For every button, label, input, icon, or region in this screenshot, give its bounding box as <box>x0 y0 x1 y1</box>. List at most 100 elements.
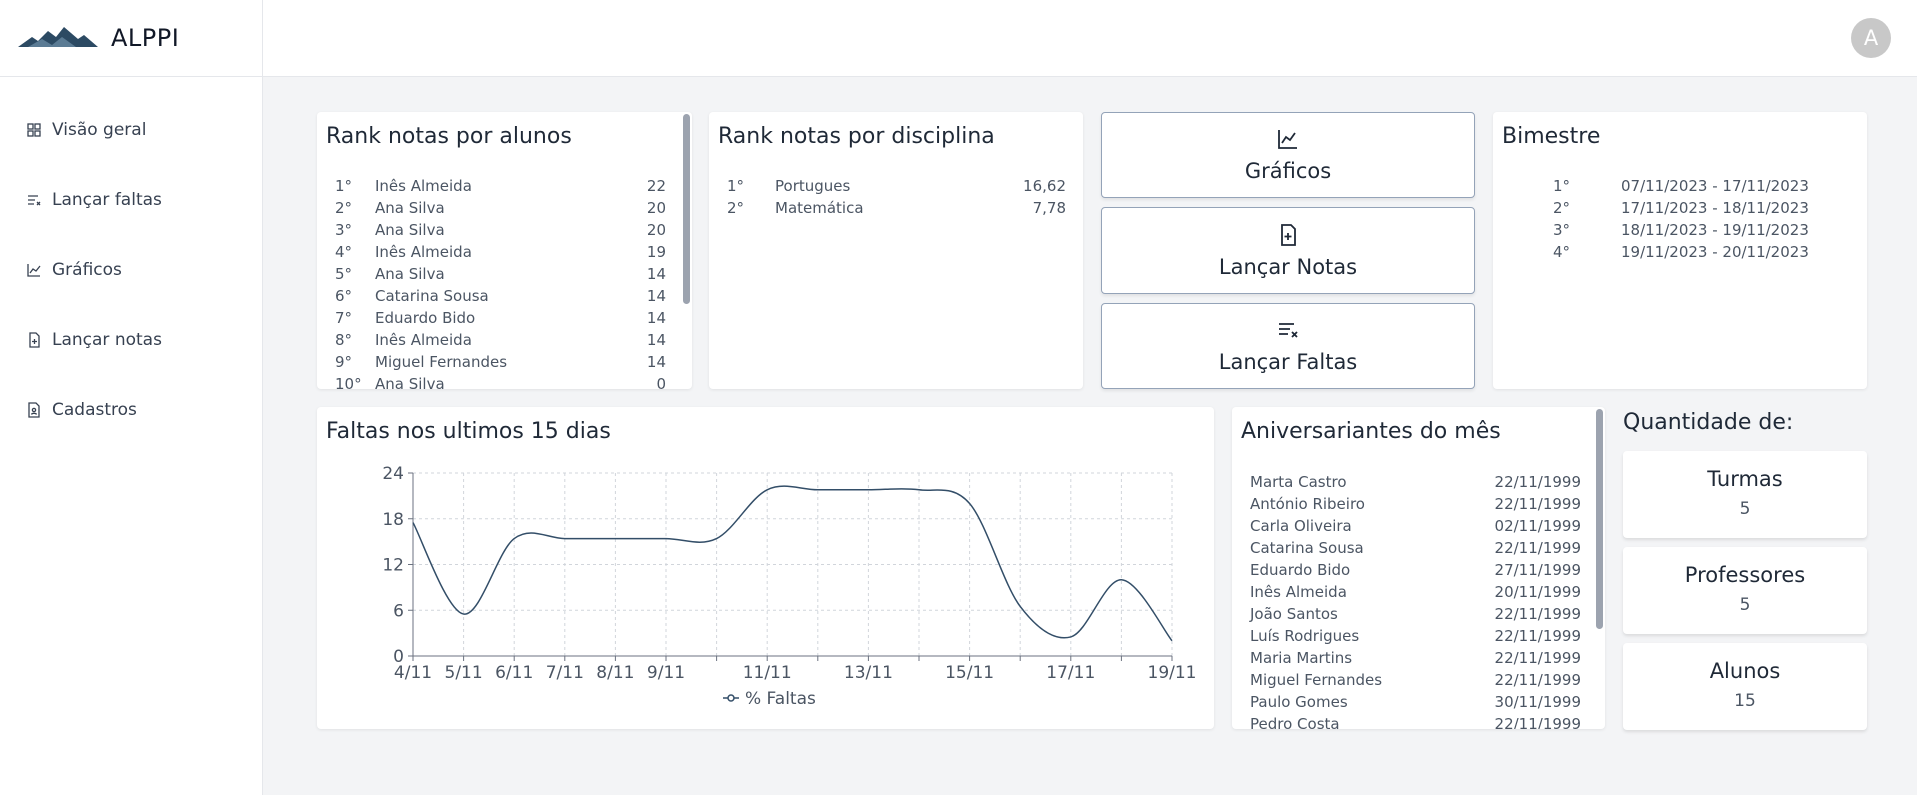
bimestre-title: Bimestre <box>1502 124 1601 149</box>
list-item: António Ribeiro 22/11/1999 <box>1250 495 1581 513</box>
sidebar: ALPPI Visão geral Lançar faltas Gráficos… <box>0 0 263 795</box>
list-item: João Santos 22/11/1999 <box>1250 605 1581 623</box>
lancar-notas-button[interactable]: Lançar Notas <box>1101 207 1475 294</box>
rank-disciplina-title: Rank notas por disciplina <box>718 124 995 149</box>
list-item: Catarina Sousa 22/11/1999 <box>1250 539 1581 557</box>
list-item: 7° Eduardo Bido 14 <box>335 309 666 327</box>
sidebar-item-cadastros[interactable]: Cadastros <box>0 375 262 445</box>
list-item: Luís Rodrigues 22/11/1999 <box>1250 627 1581 645</box>
sidebar-item-label: Lançar faltas <box>52 190 162 210</box>
professores-card: Professores 5 <box>1623 547 1867 634</box>
sidebar-item-lancar-faltas[interactable]: Lançar faltas <box>0 165 262 235</box>
quantidade-title: Quantidade de: <box>1623 410 1794 435</box>
list-item: Inês Almeida 20/11/1999 <box>1250 583 1581 601</box>
list-item: 1° Portugues 16,62 <box>727 177 1066 195</box>
y-tick-label: 24 <box>382 464 404 484</box>
rank-disciplina-list: 1° Portugues 16,62 2° Matemática 7,78 <box>727 175 1066 219</box>
chart-icon <box>26 262 42 278</box>
list-item: 5° Ana Silva 14 <box>335 265 666 283</box>
bimestre-list: 1° 07/11/2023 - 17/11/2023 2° 17/11/2023 -… <box>1553 175 1809 263</box>
aniversariantes-title: Aniversariantes do mês <box>1241 419 1501 444</box>
list-item: 1° 07/11/2023 - 17/11/2023 <box>1553 177 1809 195</box>
avatar[interactable]: A <box>1851 18 1891 58</box>
list-item: Maria Martins 22/11/1999 <box>1250 649 1581 667</box>
rank-alunos-list: 1° Inês Almeida 22 2° Ana Silva 20 3° Ana Sil… <box>335 175 666 389</box>
list-item: Pedro Costa 22/11/1999 <box>1250 715 1581 729</box>
list-item: Eduardo Bido 27/11/1999 <box>1250 561 1581 579</box>
legend-marker <box>727 694 735 702</box>
list-item: 8° Inês Almeida 14 <box>335 331 666 349</box>
alunos-card: Alunos 15 <box>1623 643 1867 730</box>
faltas-chart: 061218244/11 5/11 6/11 7/11 8/11 9/11 11/11 13/… <box>382 464 1197 709</box>
list-x-icon <box>26 192 42 208</box>
mountain-logo-icon <box>18 23 98 53</box>
list-item: 10° Ana Silva 0 <box>335 375 666 389</box>
sidebar-item-label: Visão geral <box>52 120 147 140</box>
x-tick-label: 17/11 <box>1046 663 1095 683</box>
list-item: 4° 19/11/2023 - 20/11/2023 <box>1553 243 1809 261</box>
topbar: A <box>263 0 1917 77</box>
brand-name: ALPPI <box>111 24 180 52</box>
sidebar-item-visao-geral[interactable]: Visão geral <box>0 95 262 165</box>
y-tick-label: 6 <box>393 601 404 621</box>
list-item: 1° Inês Almeida 22 <box>335 177 666 195</box>
sidebar-item-label: Lançar notas <box>52 330 162 350</box>
x-tick-label: 7/11 <box>546 663 584 683</box>
file-plus-icon <box>1276 223 1300 255</box>
list-item: 2° 17/11/2023 - 18/11/2023 <box>1553 199 1809 217</box>
professores-label: Professores <box>1684 563 1806 587</box>
aniversariantes-list: Marta Castro 22/11/1999 António Ribeiro 22… <box>1250 471 1581 729</box>
lancar-faltas-button[interactable]: Lançar Faltas <box>1101 303 1475 389</box>
list-x-icon <box>1276 318 1300 350</box>
x-tick-label: 4/11 <box>394 663 432 683</box>
x-tick-label: 9/11 <box>647 663 685 683</box>
alunos-value: 15 <box>1734 691 1756 711</box>
graficos-label: Gráficos <box>1244 159 1332 183</box>
alunos-label: Alunos <box>1709 659 1781 683</box>
bimestre-card: Bimestre 1° 07/11/2023 - 17/11/2023 2° 17/… <box>1493 112 1867 389</box>
professores-value: 5 <box>1739 595 1751 615</box>
x-tick-label: 13/11 <box>844 663 893 683</box>
rank-disciplina-card: Rank notas por disciplina 1° Portugues 16,… <box>709 112 1083 389</box>
x-tick-label: 15/11 <box>945 663 994 683</box>
turmas-value: 5 <box>1739 499 1751 519</box>
list-item: Carla Oliveira 02/11/1999 <box>1250 517 1581 535</box>
x-tick-label: 19/11 <box>1148 663 1197 683</box>
series-line <box>412 485 1173 642</box>
x-tick-label: 11/11 <box>743 663 792 683</box>
rank-alunos-title: Rank notas por alunos <box>326 124 572 149</box>
faltas-card: Faltas nos ultimos 15 dias 0 6 12 18 24 4/11 5… <box>317 407 1214 729</box>
x-tick-label: 6/11 <box>495 663 533 683</box>
list-item: 3° 18/11/2023 - 19/11/2023 <box>1553 221 1809 239</box>
brand[interactable]: ALPPI <box>0 0 262 77</box>
aniversariantes-card: Aniversariantes do mês Marta Castro 22/11… <box>1232 407 1605 729</box>
file-plus-icon <box>26 332 42 348</box>
sidebar-item-label: Cadastros <box>52 400 137 420</box>
legend-label: % Faltas <box>745 689 816 709</box>
sidebar-item-graficos[interactable]: Gráficos <box>0 235 262 305</box>
lancar-faltas-label: Lançar Faltas <box>1218 350 1358 374</box>
x-tick-label: 5/11 <box>445 663 483 683</box>
file-user-icon <box>26 402 42 418</box>
x-tick-label: 8/11 <box>596 663 634 683</box>
scrollbar[interactable] <box>1596 409 1603 629</box>
list-item: Marta Castro 22/11/1999 <box>1250 473 1581 491</box>
list-item: 9° Miguel Fernandes 14 <box>335 353 666 371</box>
y-tick-label: 18 <box>382 510 404 530</box>
chart-icon <box>1276 127 1300 159</box>
list-item: 3° Ana Silva 20 <box>335 221 666 239</box>
list-item: 4° Inês Almeida 19 <box>335 243 666 261</box>
sidebar-item-label: Gráficos <box>52 260 122 280</box>
sidebar-item-lancar-notas[interactable]: Lançar notas <box>0 305 262 375</box>
rank-alunos-card: Rank notas por alunos 1° Inês Almeida 22 2… <box>317 112 692 389</box>
turmas-card: Turmas 5 <box>1623 451 1867 538</box>
sidebar-nav: Visão geral Lançar faltas Gráficos Lança… <box>0 95 262 445</box>
list-item: 2° Ana Silva 20 <box>335 199 666 217</box>
scrollbar[interactable] <box>683 114 690 304</box>
turmas-label: Turmas <box>1707 467 1783 491</box>
list-item: 2° Matemática 7,78 <box>727 199 1066 217</box>
grid-icon <box>26 122 42 138</box>
graficos-button[interactable]: Gráficos <box>1101 112 1475 198</box>
lancar-notas-label: Lançar Notas <box>1218 254 1358 279</box>
list-item: Miguel Fernandes 22/11/1999 <box>1250 671 1581 689</box>
